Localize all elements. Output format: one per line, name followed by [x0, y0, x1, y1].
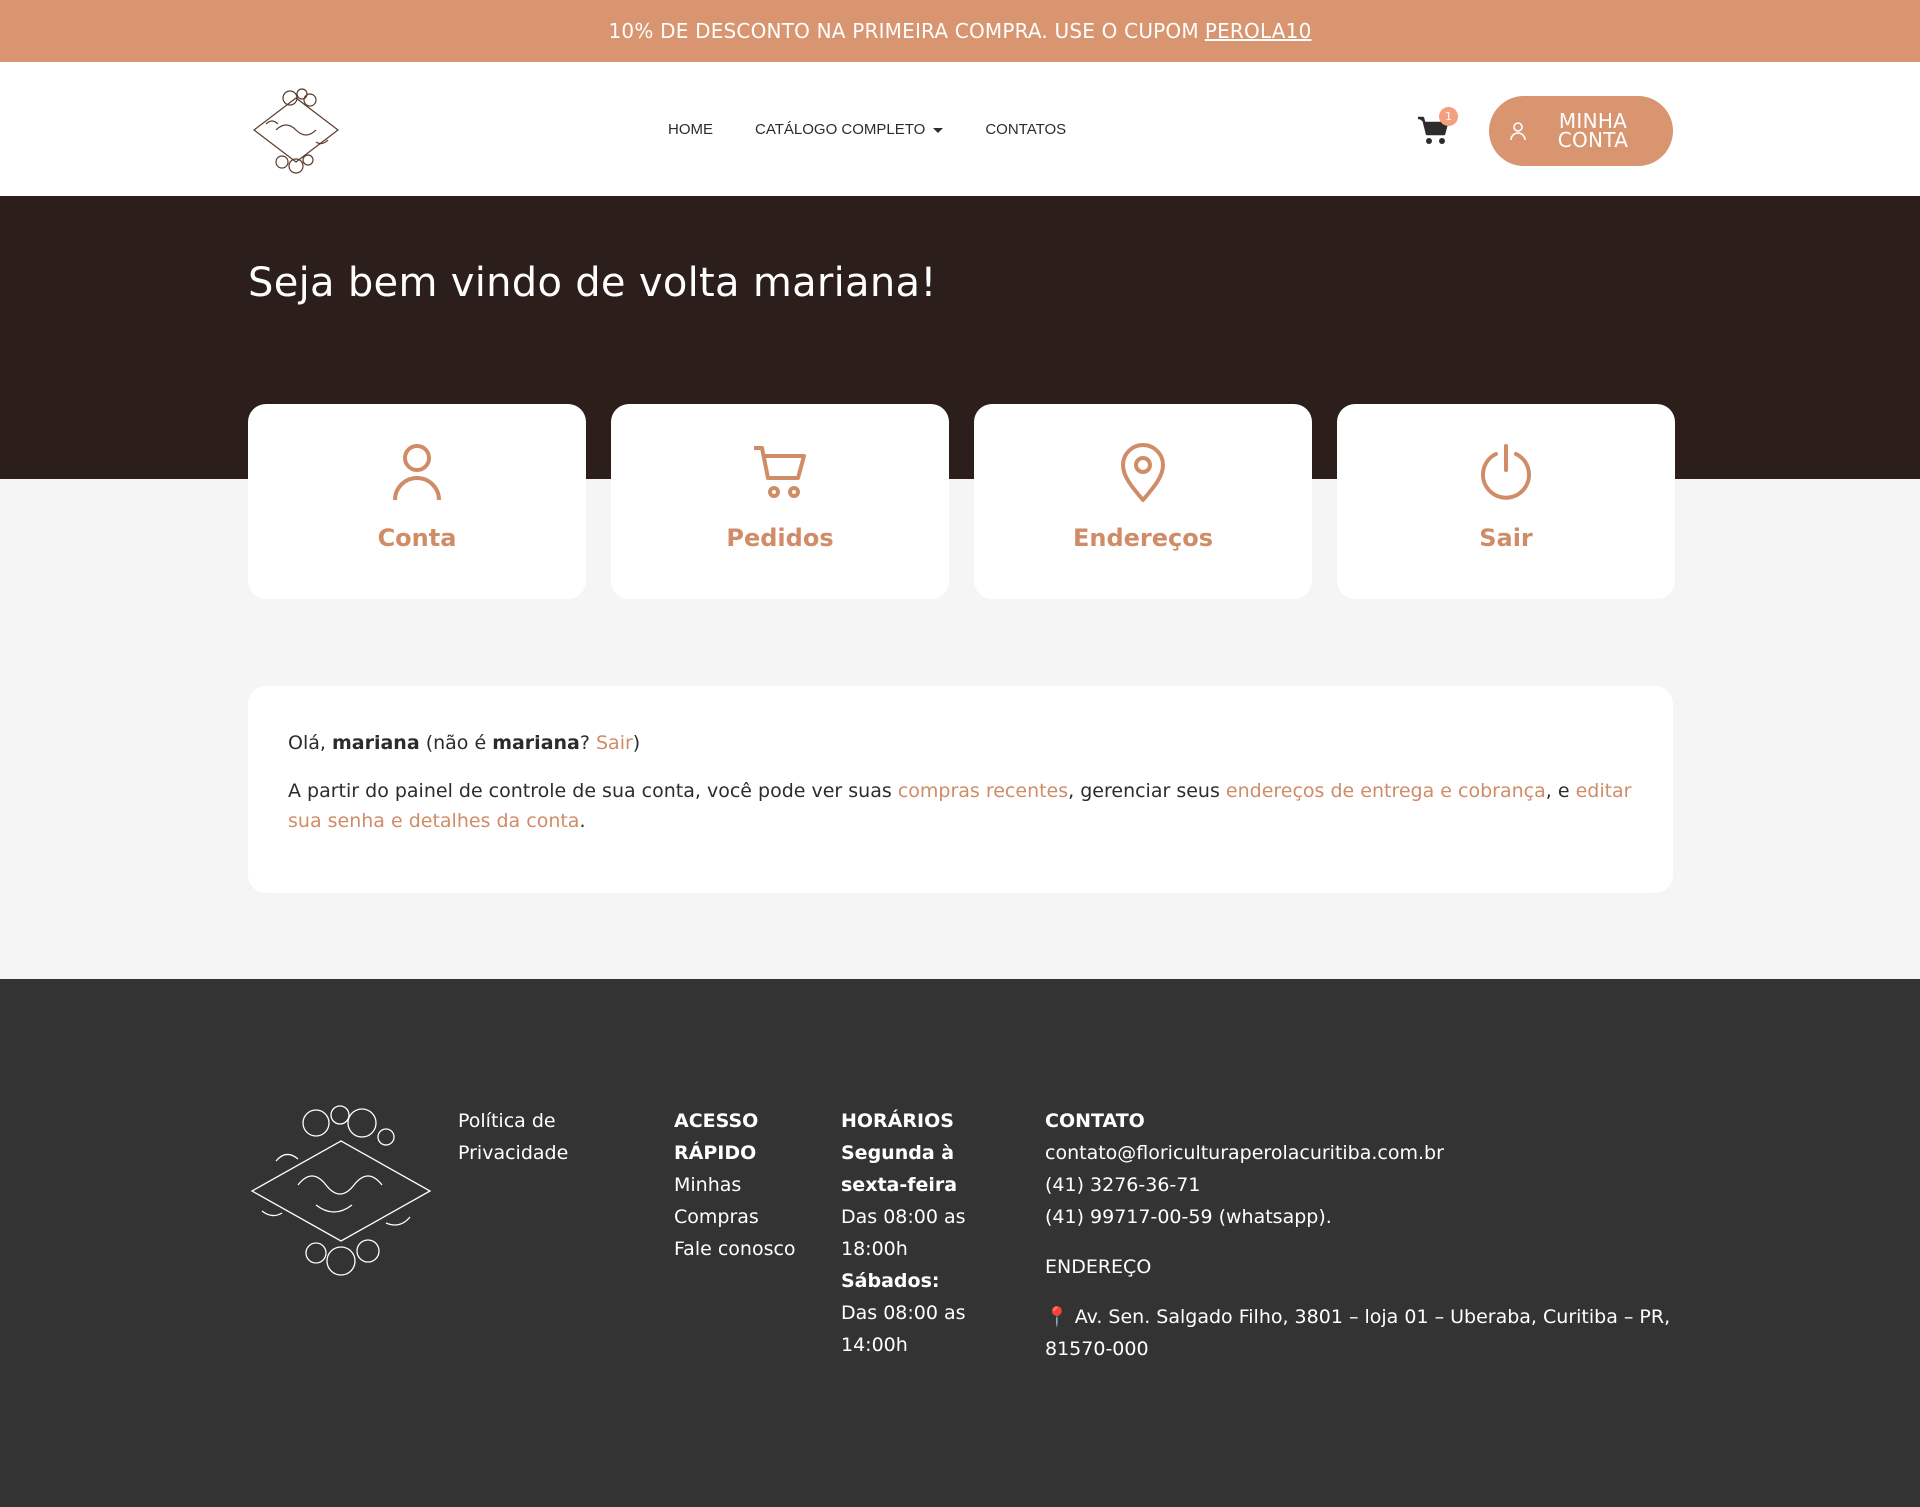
account-cards: Conta Pedidos Endereços Sair	[248, 404, 1675, 599]
site-footer: Política de Privacidade ACESSO RÁPIDO Mi…	[0, 979, 1920, 1507]
address-title: ENDEREÇO	[1045, 1256, 1152, 1278]
chevron-down-icon	[933, 127, 944, 133]
weekday-label: Segunda à sexta-feira	[841, 1142, 958, 1196]
promo-code[interactable]: PEROLA10	[1205, 19, 1312, 43]
card-addresses[interactable]: Endereços	[974, 404, 1312, 599]
store-address: 📍 Av. Sen. Salgado Filho, 3801 – loja 01…	[1045, 1306, 1671, 1360]
footer-contact: CONTATO contato@floriculturaperolacuriti…	[1045, 1105, 1685, 1365]
contact-us-link[interactable]: Fale conosco	[674, 1233, 814, 1265]
contact-email[interactable]: contato@floriculturaperolacuritiba.com.b…	[1045, 1137, 1685, 1169]
brand-logo[interactable]	[246, 84, 346, 176]
saturday-hours: Das 08:00 as 14:00h	[841, 1302, 966, 1356]
saturday-label: Sábados:	[841, 1270, 940, 1292]
user-icon	[393, 444, 441, 501]
map-pin-icon	[1121, 443, 1165, 502]
dashboard-panel: Olá, mariana (não é mariana? Sair) A par…	[248, 686, 1673, 893]
card-orders[interactable]: Pedidos	[611, 404, 949, 599]
weekday-hours: Das 08:00 as 18:00h	[841, 1206, 966, 1260]
contact-phone[interactable]: (41) 3276-36-71	[1045, 1169, 1685, 1201]
cart-count-badge: 1	[1439, 107, 1458, 126]
footer-hours: HORÁRIOS Segunda à sexta-feira Das 08:00…	[841, 1105, 1021, 1361]
greeting-line: Olá, mariana (não é mariana? Sair)	[288, 732, 641, 754]
my-account-label: MINHA CONTA	[1557, 109, 1629, 152]
page-title: Seja bem vindo de volta mariana!	[248, 260, 937, 306]
contact-whatsapp[interactable]: (41) 99717-00-59 (whatsapp).	[1045, 1201, 1685, 1233]
logout-link[interactable]: Sair	[596, 732, 633, 754]
card-label: Sair	[1479, 524, 1533, 552]
footer-quick-access: ACESSO RÁPIDO Minhas Compras Fale conosc…	[674, 1105, 814, 1265]
promo-bar: 10% DE DESCONTO NA PRIMEIRA COMPRA. USE …	[0, 0, 1920, 62]
card-label: Conta	[377, 524, 457, 552]
footer-privacy: Política de Privacidade	[458, 1105, 608, 1169]
site-header: HOME CATÁLOGO COMPLETO CONTATOS 1 MINHA …	[0, 62, 1920, 196]
power-icon	[1481, 444, 1531, 500]
main-nav: HOME CATÁLOGO COMPLETO CONTATOS	[668, 62, 1066, 196]
cart-icon	[754, 446, 806, 498]
quick-access-title: ACESSO RÁPIDO	[674, 1110, 759, 1164]
card-logout[interactable]: Sair	[1337, 404, 1675, 599]
contact-title: CONTATO	[1045, 1110, 1145, 1132]
card-label: Pedidos	[726, 524, 834, 552]
footer-logo[interactable]	[246, 1101, 436, 1279]
nav-home[interactable]: HOME	[668, 121, 713, 138]
promo-text: 10% DE DESCONTO NA PRIMEIRA COMPRA. USE …	[608, 19, 1199, 43]
recent-orders-link[interactable]: compras recentes	[898, 780, 1068, 802]
my-orders-link[interactable]: Minhas Compras	[674, 1169, 814, 1233]
addresses-link[interactable]: endereços de entrega e cobrança	[1226, 780, 1546, 802]
nav-catalog[interactable]: CATÁLOGO COMPLETO	[755, 121, 944, 138]
user-icon	[1510, 122, 1526, 141]
card-account[interactable]: Conta	[248, 404, 586, 599]
dashboard-description: A partir do painel de controle de sua co…	[288, 780, 1632, 832]
card-label: Endereços	[1072, 524, 1214, 552]
hours-title: HORÁRIOS	[841, 1110, 954, 1132]
username: mariana	[331, 732, 420, 754]
privacy-link[interactable]: Política de Privacidade	[458, 1105, 608, 1169]
nav-contacts[interactable]: CONTATOS	[985, 121, 1066, 138]
my-account-button[interactable]: MINHA CONTA	[1489, 96, 1673, 166]
